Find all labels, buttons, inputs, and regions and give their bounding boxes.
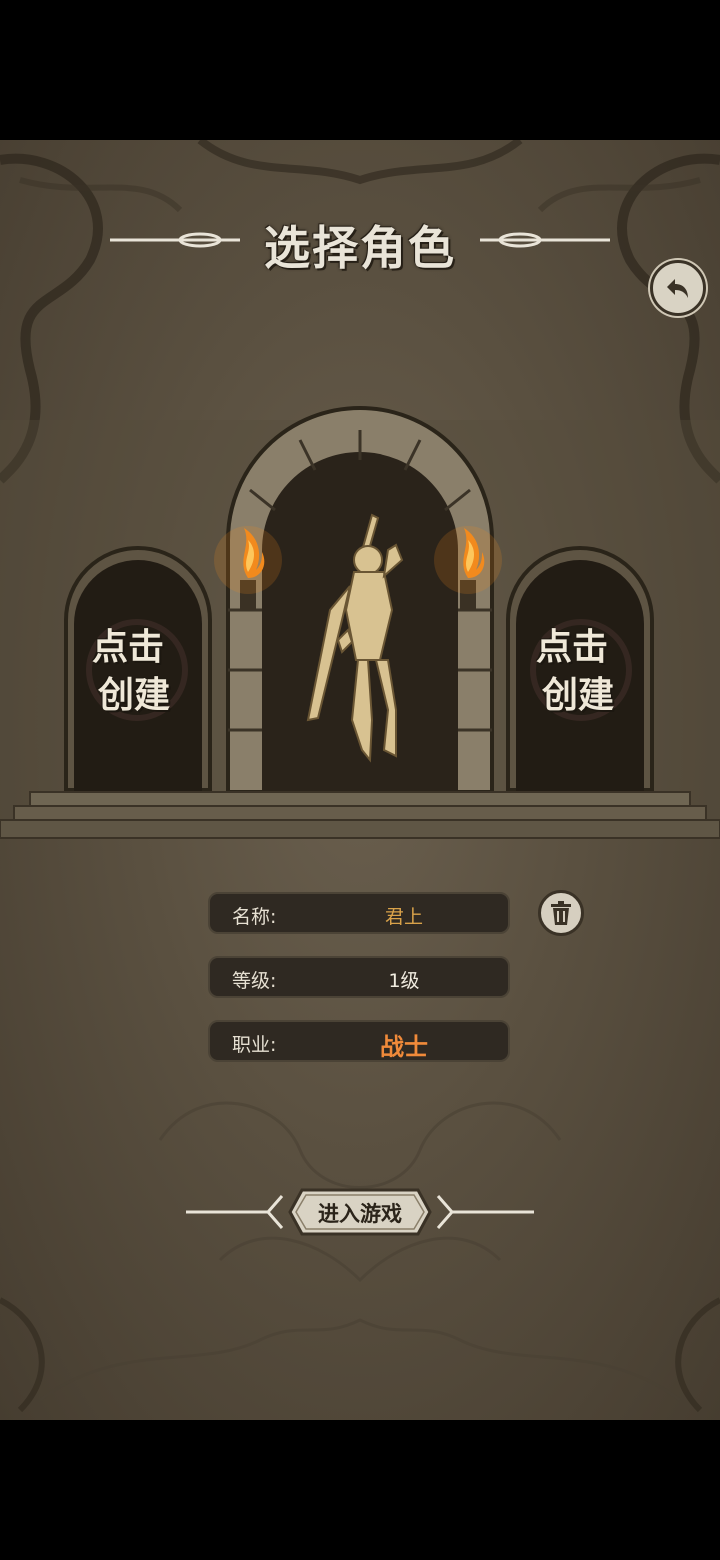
create-label-bottom: 创建 — [98, 675, 171, 716]
class-label: 职业: — [232, 1034, 277, 1056]
back-button[interactable] — [650, 260, 706, 316]
name-label: 名称: — [232, 906, 277, 928]
create-label-bottom: 创建 — [542, 675, 615, 716]
name-row: 名称: 君上 — [208, 892, 510, 934]
enter-game-label: 进入游戏 — [318, 1202, 402, 1226]
page-title: 选择角色 — [264, 221, 456, 275]
back-arrow-icon — [667, 279, 688, 298]
title-bar: 选择角色 — [0, 210, 720, 275]
level-row: 等级: 1级 — [208, 956, 510, 998]
create-label-top: 点击 — [536, 627, 609, 668]
class-row: 职业: 战士 — [208, 1020, 510, 1062]
create-label-top: 点击 — [92, 627, 165, 668]
trash-icon — [551, 901, 571, 925]
create-slot-left[interactable]: 点击 创建 — [80, 610, 190, 730]
create-slot-right[interactable]: 点击 创建 — [524, 610, 634, 730]
name-value: 君上 — [384, 906, 423, 928]
level-label: 等级: — [232, 970, 277, 992]
level-value: 1级 — [388, 970, 420, 992]
enter-game-button[interactable]: 进入游戏 — [288, 1188, 432, 1236]
game-scene: 选择角色 点击 创建 点击 创建 名称: 君上 等级: 1级 职业: 战士 进入… — [0, 140, 720, 1420]
class-value: 战士 — [380, 1033, 428, 1061]
delete-character-button[interactable] — [538, 890, 584, 936]
